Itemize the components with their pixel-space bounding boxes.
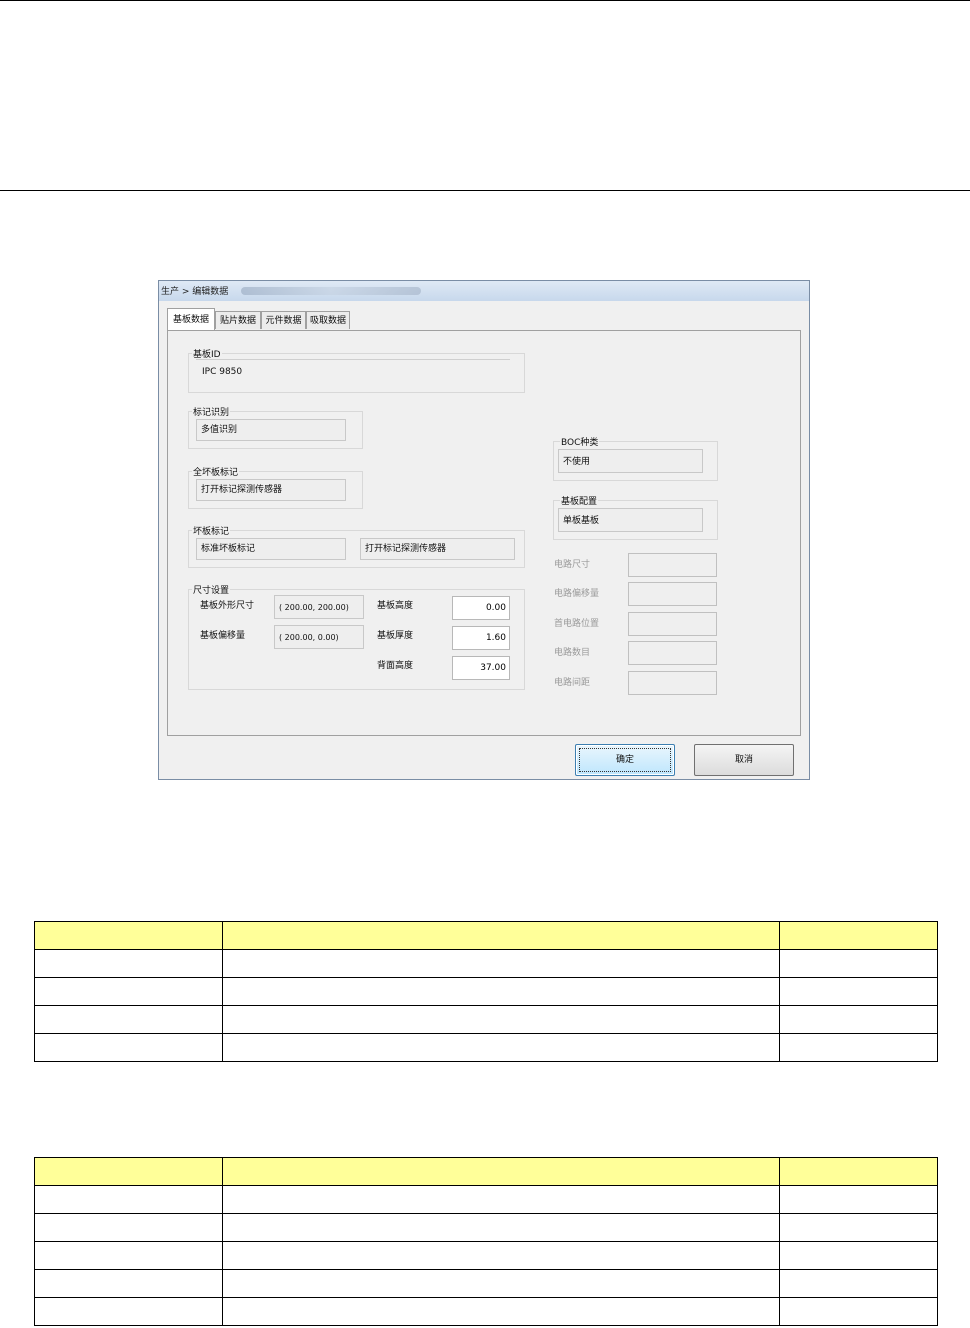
circuit-offset-label: 电路偏移量 (554, 589, 600, 599)
first-circuit-position-field (628, 612, 717, 636)
bad-mark-field-1: 标准坏板标记 (196, 538, 346, 560)
board-config-label: 基板配置 (560, 494, 599, 507)
board-config-field: 单板基板 (558, 508, 703, 532)
circuit-count-field (628, 641, 717, 665)
bad-mark-label: 坏板标记 (192, 524, 231, 537)
board-id-value: IPC 9850 (202, 367, 243, 377)
title-blur (241, 287, 421, 295)
board-height-input[interactable]: 0.00 (452, 596, 510, 620)
board-thickness-input[interactable]: 1.60 (452, 626, 510, 650)
mark-recognition-label: 标记识别 (192, 405, 231, 418)
board-thickness-label: 基板厚度 (377, 631, 414, 641)
tab-board-data[interactable]: 基板数据 (167, 308, 215, 330)
table-1 (34, 921, 938, 1062)
table-1-header (34, 921, 938, 950)
circuit-pitch-label: 电路间距 (554, 678, 591, 688)
size-settings-label: 尺寸设置 (192, 583, 231, 596)
tab-component-data[interactable]: 元件数据 (261, 311, 306, 329)
offset-label: 基板偏移量 (200, 631, 246, 641)
dialog-titlebar[interactable]: 生产 > 编辑数据 (159, 281, 809, 301)
top-rule (0, 0, 970, 1)
board-id-line (196, 359, 510, 360)
back-height-label: 背面高度 (377, 661, 414, 671)
circuit-size-label: 电路尺寸 (554, 560, 591, 570)
cancel-button[interactable]: 取消 (694, 744, 794, 776)
boc-type-label: BOC种类 (560, 435, 600, 448)
table-row (34, 1033, 938, 1062)
all-bad-mark-field: 打开标记探测传感器 (196, 479, 346, 501)
back-height-input[interactable]: 37.00 (452, 656, 510, 680)
ok-button[interactable]: 确定 (575, 744, 675, 776)
tab-placement-data[interactable]: 贴片数据 (215, 311, 261, 329)
bad-mark-field-2: 打开标记探测传感器 (360, 538, 515, 560)
table-row (34, 949, 938, 978)
offset-field: ( 200.00, 0.00) (274, 625, 364, 649)
table-2-header (34, 1157, 938, 1186)
outline-size-label: 基板外形尺寸 (200, 601, 255, 611)
board-height-label: 基板高度 (377, 601, 414, 611)
table-2 (34, 1157, 938, 1326)
first-circuit-position-label: 首电路位置 (554, 619, 600, 629)
header-bottom-rule (0, 190, 970, 191)
mark-recognition-field: 多值识别 (196, 419, 346, 441)
table-row (34, 1241, 938, 1270)
edit-data-dialog: 生产 > 编辑数据 基板数据 贴片数据 元件数据 吸取数据 基板ID IPC 9… (158, 280, 810, 780)
table-row (34, 1269, 938, 1298)
table-row (34, 1185, 938, 1214)
boc-type-field: 不使用 (558, 449, 703, 473)
table-row (34, 1005, 938, 1034)
board-data-panel: 基板ID IPC 9850 标记识别 多值识别 全坏板标记 打开标记探测传感器 … (167, 330, 801, 736)
table-row (34, 977, 938, 1006)
circuit-offset-field (628, 582, 717, 606)
tab-pickup-data[interactable]: 吸取数据 (306, 311, 350, 329)
table-row (34, 1213, 938, 1242)
circuit-count-label: 电路数目 (554, 648, 591, 658)
outline-size-field: ( 200.00, 200.00) (274, 595, 364, 619)
circuit-pitch-field (628, 671, 717, 695)
all-bad-mark-label: 全坏板标记 (192, 465, 240, 478)
circuit-size-field (628, 553, 717, 577)
dialog-title: 生产 > 编辑数据 (161, 287, 229, 297)
table-row (34, 1297, 938, 1326)
